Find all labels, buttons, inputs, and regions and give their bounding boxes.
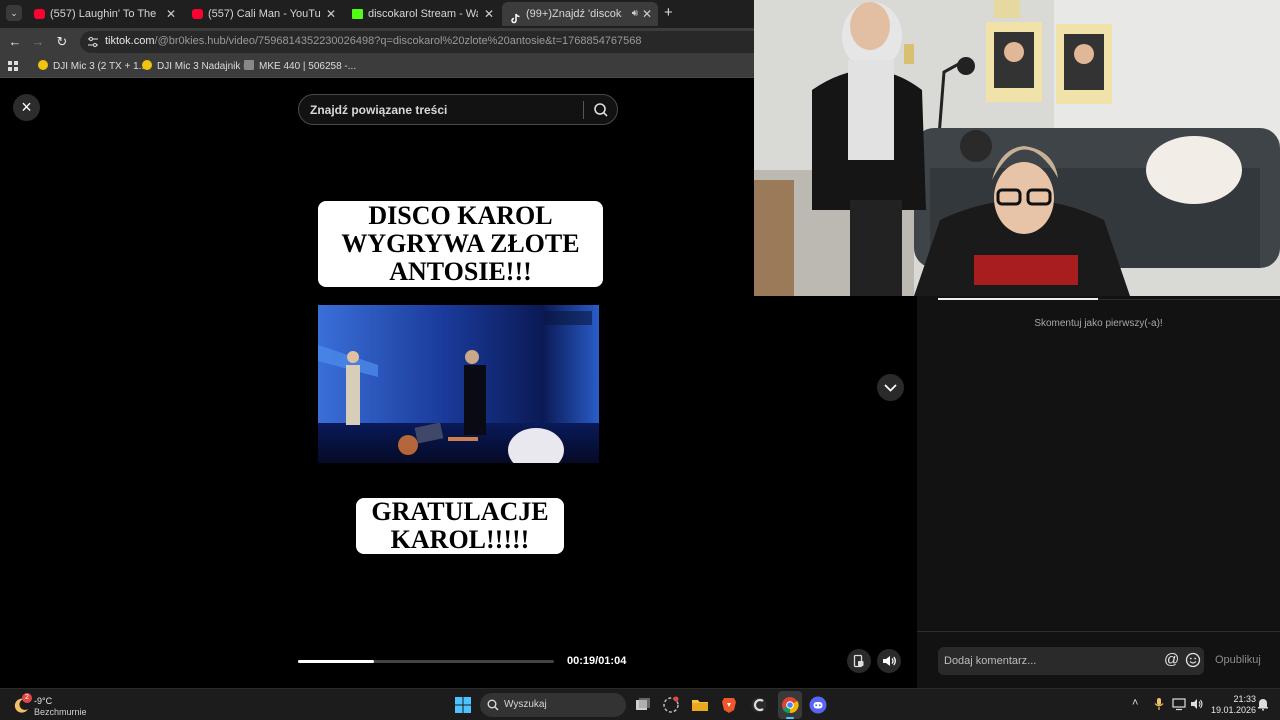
- windows-start-icon[interactable]: [454, 696, 472, 714]
- network-icon[interactable]: [1172, 697, 1186, 711]
- youtube-favicon-icon: [34, 9, 45, 19]
- close-tab-icon[interactable]: ✕: [166, 2, 176, 26]
- comment-input[interactable]: Dodaj komentarz... @: [938, 647, 1204, 675]
- tray-overflow-chevron-icon[interactable]: ˄: [1132, 697, 1138, 709]
- close-tab-icon[interactable]: ✕: [326, 2, 336, 26]
- weather-condition: Bezchmurnie: [34, 707, 87, 717]
- youtube-favicon-icon: [192, 9, 203, 19]
- comments-divider: [917, 631, 1280, 632]
- tab-title: discokarol Stream - Watch Live: [368, 8, 478, 20]
- tab-tiktok-active[interactable]: (99+)Znajdź 'discokarol złote 🔊︎ ✕: [502, 2, 658, 26]
- search-placeholder: Znajdź powiązane treści: [310, 103, 448, 117]
- new-tab-button[interactable]: +: [664, 4, 673, 22]
- clock-time: 21:33: [1233, 694, 1256, 704]
- file-explorer-icon[interactable]: [691, 696, 709, 714]
- bookmark-item[interactable]: MKE 440 | 506258 -...: [244, 60, 356, 73]
- taskbar-search-label: Wyszukaj: [504, 699, 547, 710]
- bookmark-item[interactable]: DJI Mic 3 Nadajnik -...: [142, 60, 255, 73]
- mention-icon[interactable]: @: [1164, 651, 1179, 668]
- apps-grid-icon[interactable]: [8, 61, 19, 72]
- bookmark-label: MKE 440 | 506258 -...: [259, 61, 357, 72]
- active-app-indicator: [786, 717, 794, 719]
- taskbar-clock[interactable]: 21:33 19.01.2026: [1208, 694, 1256, 716]
- tab-title: (557) Laughin' To The Bank - Yo: [50, 8, 160, 20]
- site-info-icon[interactable]: [87, 36, 99, 48]
- clock-date: 19.01.2026: [1210, 705, 1256, 715]
- comments-empty-text: Skomentuj jako pierwszy(-a)!: [1034, 318, 1163, 329]
- comment-placeholder: Dodaj komentarz...: [944, 655, 1037, 667]
- bookmark-favicon-icon: [244, 60, 254, 70]
- ccleaner-icon[interactable]: [750, 696, 768, 714]
- close-tab-icon[interactable]: ✕: [642, 2, 652, 26]
- bookmark-label: DJI Mic 3 (2 TX + 1...: [53, 61, 148, 72]
- tab-title: (557) Cali Man - YouTube: [208, 8, 320, 20]
- tab-audio-icon[interactable]: 🔊︎: [632, 2, 638, 26]
- comments-tab-indicator: [938, 298, 1098, 300]
- webcam-overlay: [754, 0, 1280, 296]
- video-time: 00:19/01:04: [567, 655, 627, 667]
- tiktok-favicon-icon: [510, 9, 521, 24]
- search-divider: [583, 101, 584, 119]
- url-path: /@br0kies.hub/video/7596814352230026498?…: [154, 35, 642, 47]
- search-icon[interactable]: [593, 102, 609, 118]
- video-progress-bar[interactable]: [298, 660, 554, 663]
- forward-arrow-icon[interactable]: →: [29, 33, 47, 51]
- tab-search-menu-icon[interactable]: ⌄: [6, 5, 22, 21]
- bookmark-favicon-icon: [142, 60, 152, 70]
- bookmarks-bar: DJI Mic 3 (2 TX + 1... DJI Mic 3 Nadajni…: [0, 56, 754, 78]
- bookmark-item[interactable]: DJI Mic 3 (2 TX + 1...: [38, 60, 147, 73]
- video-progress-fill: [298, 660, 375, 663]
- url-host: tiktok.com: [105, 35, 155, 47]
- video-caption-top: DISCO KAROL WYGRYWA ZŁOTE ANTOSIE!!!: [318, 201, 603, 287]
- publish-button[interactable]: Opublikuj: [1215, 654, 1261, 666]
- close-tab-icon[interactable]: ✕: [484, 2, 494, 26]
- volume-button[interactable]: [877, 649, 901, 673]
- tab-youtube-laughin[interactable]: (557) Laughin' To The Bank - Yo ✕: [26, 2, 182, 26]
- chrome-icon: [782, 697, 799, 714]
- browser-toolbar: ← → ↻ tiktok.com/@br0kies.hub/video/7596…: [0, 28, 754, 56]
- volume-tray-icon[interactable]: [1190, 697, 1204, 711]
- browser-tab-bar: ⌄ (557) Laughin' To The Bank - Yo ✕ (557…: [0, 0, 754, 28]
- video-caption-bottom: GRATULACJE KAROL!!!!!: [356, 498, 564, 554]
- bookmark-favicon-icon: [38, 60, 48, 70]
- tab-title: (99+)Znajdź 'discokarol złote: [526, 8, 622, 20]
- copilot-icon[interactable]: [662, 696, 680, 714]
- bookmark-label: DJI Mic 3 Nadajnik -...: [157, 61, 255, 72]
- next-video-button[interactable]: [877, 374, 904, 401]
- address-bar[interactable]: tiktok.com/@br0kies.hub/video/7596814352…: [80, 31, 754, 53]
- taskbar-search-box[interactable]: Wyszukaj: [480, 693, 626, 717]
- floating-player-icon: [853, 654, 864, 668]
- windows-taskbar: 2 -9°C Bezchmurnie Wyszukaj ˄ 21:33 19.0…: [0, 688, 1280, 720]
- video-player[interactable]: Znajdź powiązane treści DISCO KAROL WYGR…: [288, 78, 629, 688]
- discord-icon[interactable]: [809, 696, 827, 714]
- weather-temp: -9°C: [34, 696, 53, 706]
- comments-tab-divider: [1098, 299, 1280, 300]
- kick-favicon-icon: [352, 9, 363, 19]
- back-arrow-icon[interactable]: ←: [6, 33, 24, 51]
- microphone-icon[interactable]: [1152, 697, 1166, 711]
- tab-kick-stream[interactable]: discokarol Stream - Watch Live ✕: [344, 2, 500, 26]
- chevron-down-icon: [884, 384, 897, 392]
- video-thumbnail: [318, 305, 599, 463]
- tab-youtube-cali-man[interactable]: (557) Cali Man - YouTube ✕: [184, 2, 342, 26]
- notifications-bell-icon[interactable]: [1256, 697, 1270, 711]
- task-view-icon[interactable]: [634, 696, 652, 714]
- chrome-taskbar-button-active[interactable]: [778, 691, 802, 719]
- weather-widget[interactable]: 2 -9°C Bezchmurnie: [12, 693, 132, 718]
- weather-badge: 2: [22, 693, 32, 703]
- floating-player-button[interactable]: [847, 649, 871, 673]
- related-search-input[interactable]: Znajdź powiązane treści: [298, 94, 618, 125]
- emoji-icon[interactable]: [1185, 652, 1201, 668]
- close-viewer-button[interactable]: ×: [13, 94, 40, 121]
- screen: ⌄ (557) Laughin' To The Bank - Yo ✕ (557…: [0, 0, 1280, 720]
- speaker-icon: [883, 656, 896, 666]
- reload-icon[interactable]: ↻: [53, 33, 71, 51]
- search-icon: [487, 699, 499, 711]
- url-text: tiktok.com/@br0kies.hub/video/7596814352…: [105, 35, 642, 47]
- brave-browser-icon[interactable]: [720, 696, 738, 714]
